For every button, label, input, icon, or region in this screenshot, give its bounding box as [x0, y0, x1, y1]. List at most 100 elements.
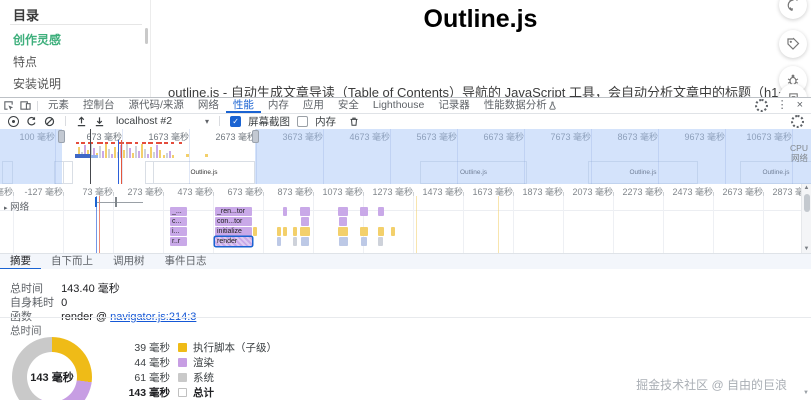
profile-select-arrow-icon[interactable]: ▾: [205, 117, 209, 126]
flame-block-con-tor[interactable]: con...tor: [215, 217, 252, 226]
flame-block[interactable]: [338, 207, 348, 216]
measure-handle[interactable]: [95, 197, 97, 207]
scroll-down-icon[interactable]: ▼: [802, 246, 811, 252]
flame-block[interactable]: [283, 227, 287, 236]
github-icon: [787, 0, 798, 11]
devtools-tab-8[interactable]: Lighthouse: [366, 98, 431, 113]
devtools-more-icon[interactable]: ⋮: [777, 98, 788, 113]
measure-handle[interactable]: [115, 197, 117, 207]
flame-block-render[interactable]: render: [215, 237, 252, 246]
network-activity-bar: [75, 154, 91, 158]
network-track-header[interactable]: ▸ 网络: [4, 199, 29, 213]
flame-block[interactable]: [361, 237, 367, 246]
devtools-tab-10[interactable]: 性能数据分析: [477, 98, 563, 113]
devtools-tab-3[interactable]: 网络: [191, 98, 226, 113]
flame-block[interactable]: [339, 237, 348, 246]
flame-block[interactable]: [378, 237, 383, 246]
device-toolbar-icon[interactable]: [20, 100, 31, 111]
screenshot-thumb[interactable]: Outline.js: [153, 161, 255, 184]
selection-handle-left[interactable]: [58, 130, 65, 143]
flame-block--ren-tor[interactable]: _ren...tor: [215, 207, 252, 216]
overview-gridline: [323, 129, 324, 184]
flame-block-c-[interactable]: c...: [170, 217, 187, 226]
reload-and-record-button[interactable]: [26, 116, 37, 127]
cpu-activity-bar: [135, 146, 137, 158]
collapse-triangle-icon[interactable]: ▸: [4, 205, 8, 212]
flame-chart[interactable]: ▸ 网络 ▲ ▼ 毫秒-127 毫秒73 毫秒273 毫秒473 毫秒673 毫…: [0, 184, 811, 253]
flame-block[interactable]: [301, 237, 309, 246]
clear-button[interactable]: [44, 116, 55, 127]
sidebar-item-1[interactable]: 特点: [13, 53, 37, 70]
flame-block-i-[interactable]: i...: [170, 227, 187, 236]
legend-value: 44 毫秒: [134, 357, 170, 369]
scroll-down-icon[interactable]: ▼: [803, 390, 809, 396]
devtools-close-icon[interactable]: ×: [797, 98, 803, 113]
flame-block[interactable]: [293, 237, 297, 246]
devtools-tab-9[interactable]: 记录器: [431, 98, 477, 113]
gridline: [263, 196, 264, 253]
flame-chart-scrollbar[interactable]: ▲ ▼: [801, 184, 811, 253]
collect-garbage-button[interactable]: [349, 116, 359, 127]
flame-block--[interactable]: _...: [170, 207, 187, 216]
scrollbar-thumb[interactable]: [803, 194, 810, 212]
devtools-tab-4[interactable]: 性能: [226, 98, 261, 113]
memory-checkbox[interactable]: [297, 115, 309, 127]
experiment-flask-icon: [549, 101, 556, 110]
legend-swatch: [178, 343, 187, 352]
flame-block-r-r[interactable]: r..r: [170, 237, 187, 246]
flame-block[interactable]: [378, 227, 384, 236]
divider: [65, 116, 66, 126]
save-profile-button[interactable]: [94, 116, 105, 127]
flame-block[interactable]: [277, 237, 281, 246]
flame-block[interactable]: [339, 217, 347, 226]
sidebar-item-2[interactable]: 安装说明: [13, 75, 61, 92]
cpu-activity-bar: [108, 149, 110, 158]
sidebar-item-0[interactable]: 创作灵感: [13, 31, 61, 48]
flame-block-initialize[interactable]: initialize: [215, 227, 252, 236]
tag-fab-button[interactable]: [779, 30, 807, 58]
inspect-element-icon[interactable]: [3, 100, 14, 111]
details-tab-1[interactable]: 自下而上: [41, 254, 103, 270]
legend-row-total: 143 毫秒 总计: [118, 385, 277, 400]
devtools-tab-5[interactable]: 内存: [261, 98, 296, 113]
selection-handle-right[interactable]: [252, 130, 259, 143]
gridline: [213, 196, 214, 253]
profile-select[interactable]: localhost #2: [116, 115, 172, 127]
flame-block[interactable]: [301, 217, 309, 226]
cpu-activity-bar: [102, 151, 104, 158]
cpu-activity-bar: [99, 146, 101, 158]
flame-block[interactable]: [300, 207, 310, 216]
long-task-mark: [164, 141, 168, 144]
details-tab-2[interactable]: 调用树: [103, 254, 155, 270]
details-tab-0[interactable]: 摘要: [0, 254, 41, 270]
load-profile-button[interactable]: [76, 116, 87, 127]
timeline-overview[interactable]: CPU 网络 100 毫秒673 毫秒1673 毫秒2673 毫秒3673 毫秒…: [0, 129, 811, 185]
flame-block[interactable]: [360, 207, 368, 216]
devtools-settings-gear-icon[interactable]: [754, 99, 768, 112]
flame-block[interactable]: [293, 227, 297, 236]
capture-settings-gear-icon[interactable]: [791, 114, 804, 128]
flame-block[interactable]: [360, 227, 368, 236]
devtools-tab-2[interactable]: 源代码/来源: [122, 98, 191, 113]
devtools-tab-1[interactable]: 控制台: [76, 98, 122, 113]
flame-block[interactable]: [338, 227, 348, 236]
flame-block[interactable]: [391, 227, 395, 236]
details-tab-3[interactable]: 事件日志: [155, 254, 217, 270]
devtools-tab-6[interactable]: 应用: [296, 98, 331, 113]
flame-block[interactable]: [300, 227, 310, 236]
flame-block[interactable]: [277, 227, 281, 236]
scroll-up-icon[interactable]: ▲: [802, 185, 811, 191]
flame-block[interactable]: [253, 227, 257, 236]
flame-block[interactable]: [283, 207, 287, 216]
overview-tick: 2673 毫秒: [215, 132, 256, 142]
record-button[interactable]: [8, 115, 19, 127]
screenshots-checkbox[interactable]: ✓: [230, 115, 242, 127]
devtools-tab-0[interactable]: 元素: [41, 98, 76, 113]
screenshots-checkbox-label: 屏幕截图: [248, 115, 291, 128]
devtools-tab-7[interactable]: 安全: [331, 98, 366, 113]
flame-block[interactable]: [378, 207, 384, 216]
legend-value: 61 毫秒: [134, 372, 170, 384]
legend-swatch: [178, 388, 187, 397]
screenshot-thumb[interactable]: [63, 161, 73, 184]
sidebar-scrollbar-thumb[interactable]: [145, 28, 148, 44]
